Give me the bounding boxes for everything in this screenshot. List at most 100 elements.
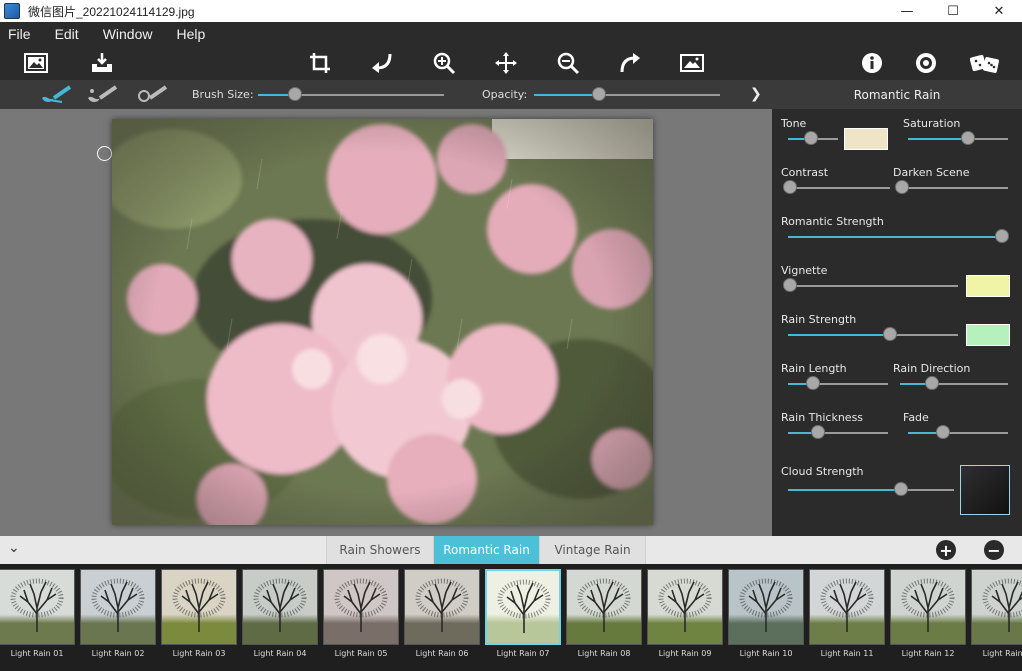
maximize-button[interactable]: ☐	[930, 0, 976, 22]
slider-thumb[interactable]	[925, 376, 940, 390]
thumbnail-image[interactable]	[161, 569, 237, 645]
undo-icon[interactable]	[368, 49, 396, 77]
thumbnail-image[interactable]	[566, 569, 642, 645]
save-icon[interactable]	[88, 49, 116, 77]
preset-thumbnail[interactable]: Light Rain 02	[80, 569, 156, 659]
rain-strength-slider[interactable]	[788, 327, 958, 341]
cloud-texture-swatch[interactable]	[960, 465, 1010, 515]
zoom-in-icon[interactable]	[430, 49, 458, 77]
thumbnail-label: Light Rain 01	[10, 649, 64, 658]
thumbnail-image[interactable]	[242, 569, 318, 645]
redo-icon[interactable]	[616, 49, 644, 77]
fit-view-icon[interactable]	[678, 49, 706, 77]
tab-romantic-rain[interactable]: Romantic Rain	[433, 536, 539, 564]
fade-slider[interactable]	[908, 425, 1008, 439]
slider-track[interactable]	[790, 187, 890, 189]
brush-paint-icon[interactable]	[40, 84, 74, 104]
preset-thumbnail[interactable]: Light Rain 05	[323, 569, 399, 659]
slider-thumb[interactable]	[783, 278, 797, 292]
chevron-down-icon[interactable]: ⌄	[8, 540, 20, 556]
thumbnail-image[interactable]	[728, 569, 804, 645]
close-button[interactable]: ✕	[976, 0, 1022, 22]
thumbnail-image[interactable]	[404, 569, 480, 645]
slider-thumb[interactable]	[936, 425, 950, 439]
thumbnail-image[interactable]	[323, 569, 399, 645]
slider-thumb[interactable]	[893, 482, 908, 496]
thumbnail-image[interactable]	[647, 569, 723, 645]
slider-thumb[interactable]	[783, 180, 797, 194]
tree-icon	[820, 578, 874, 632]
romantic-strength-slider[interactable]	[788, 229, 1009, 243]
thumbnail-label: Light Rain 04	[253, 649, 307, 658]
slider-thumb[interactable]	[806, 376, 820, 390]
romantic-strength-label: Romantic Strength	[781, 215, 884, 228]
thumbnail-image[interactable]	[809, 569, 885, 645]
remove-preset-button[interactable]: −	[984, 540, 1004, 560]
thumbnail-image[interactable]	[890, 569, 966, 645]
brush-reset-icon[interactable]	[136, 84, 170, 104]
add-preset-button[interactable]: +	[936, 540, 956, 560]
chevron-right-icon[interactable]: ❯	[750, 86, 762, 102]
thumbnail-image[interactable]	[0, 569, 75, 645]
photo-preview[interactable]	[112, 119, 653, 525]
darken-scene-label: Darken Scene	[893, 166, 970, 179]
preset-thumbnail[interactable]: Light Rain 09	[647, 569, 723, 659]
menu-file[interactable]: File	[8, 26, 31, 42]
menu-window[interactable]: Window	[103, 26, 153, 42]
rain-direction-slider[interactable]	[900, 376, 1008, 390]
image-canvas[interactable]	[0, 109, 772, 536]
cloud-strength-slider[interactable]	[788, 482, 954, 496]
preset-thumbnail[interactable]: Light Rain 13	[971, 569, 1022, 659]
menu-bar: File Edit Window Help	[0, 22, 1022, 45]
slider-thumb[interactable]	[883, 327, 897, 341]
slider-track[interactable]	[790, 285, 958, 287]
slider-thumb[interactable]	[288, 87, 303, 101]
slider-thumb[interactable]	[961, 131, 975, 145]
slider-thumb[interactable]	[811, 425, 825, 439]
opacity-slider[interactable]	[534, 87, 720, 101]
slider-thumb[interactable]	[895, 180, 909, 194]
vignette-slider[interactable]	[783, 278, 958, 292]
preset-thumbnail[interactable]: Light Rain 01	[0, 569, 75, 659]
slider-thumb[interactable]	[803, 131, 818, 145]
tab-vintage-rain[interactable]: Vintage Rain	[539, 536, 646, 564]
preset-thumbnail[interactable]: Light Rain 11	[809, 569, 885, 659]
tone-slider[interactable]	[788, 131, 838, 145]
preset-thumbnail[interactable]: Light Rain 03	[161, 569, 237, 659]
thumbnail-image[interactable]	[971, 569, 1022, 645]
menu-edit[interactable]: Edit	[55, 26, 79, 42]
minimize-button[interactable]: —	[884, 0, 930, 22]
preset-thumbnail[interactable]: Light Rain 10	[728, 569, 804, 659]
preset-thumbnail[interactable]: Light Rain 07	[485, 569, 561, 659]
brush-erase-icon[interactable]	[86, 84, 120, 104]
preset-thumbnail[interactable]: Light Rain 06	[404, 569, 480, 659]
tab-rain-showers[interactable]: Rain Showers	[326, 536, 433, 564]
saturation-slider[interactable]	[908, 131, 1008, 145]
settings-icon[interactable]	[912, 49, 940, 77]
open-image-icon[interactable]	[22, 49, 50, 77]
move-icon[interactable]	[492, 49, 520, 77]
preset-thumbnail[interactable]: Light Rain 04	[242, 569, 318, 659]
crop-icon[interactable]	[306, 49, 334, 77]
darken-scene-slider[interactable]	[895, 180, 1008, 194]
tone-color-swatch[interactable]	[844, 128, 888, 150]
rain-color-swatch[interactable]	[966, 324, 1010, 346]
slider-thumb[interactable]	[995, 229, 1009, 243]
info-icon[interactable]	[858, 49, 886, 77]
random-dice-icon[interactable]	[968, 49, 1002, 77]
zoom-out-icon[interactable]	[554, 49, 582, 77]
preset-thumbnail[interactable]: Light Rain 12	[890, 569, 966, 659]
menu-help[interactable]: Help	[176, 26, 205, 42]
brush-size-slider[interactable]	[258, 87, 444, 101]
slider-track[interactable]	[902, 187, 1008, 189]
rain-thickness-slider[interactable]	[788, 425, 888, 439]
contrast-slider[interactable]	[783, 180, 890, 194]
thumbnail-image[interactable]	[80, 569, 156, 645]
rain-length-slider[interactable]	[788, 376, 888, 390]
thumbnail-image[interactable]	[485, 569, 561, 645]
slider-thumb[interactable]	[592, 87, 607, 101]
preset-thumbnail[interactable]: Light Rain 08	[566, 569, 642, 659]
vignette-color-swatch[interactable]	[966, 275, 1010, 297]
rain-direction-label: Rain Direction	[893, 362, 971, 375]
tree-icon	[172, 578, 226, 632]
